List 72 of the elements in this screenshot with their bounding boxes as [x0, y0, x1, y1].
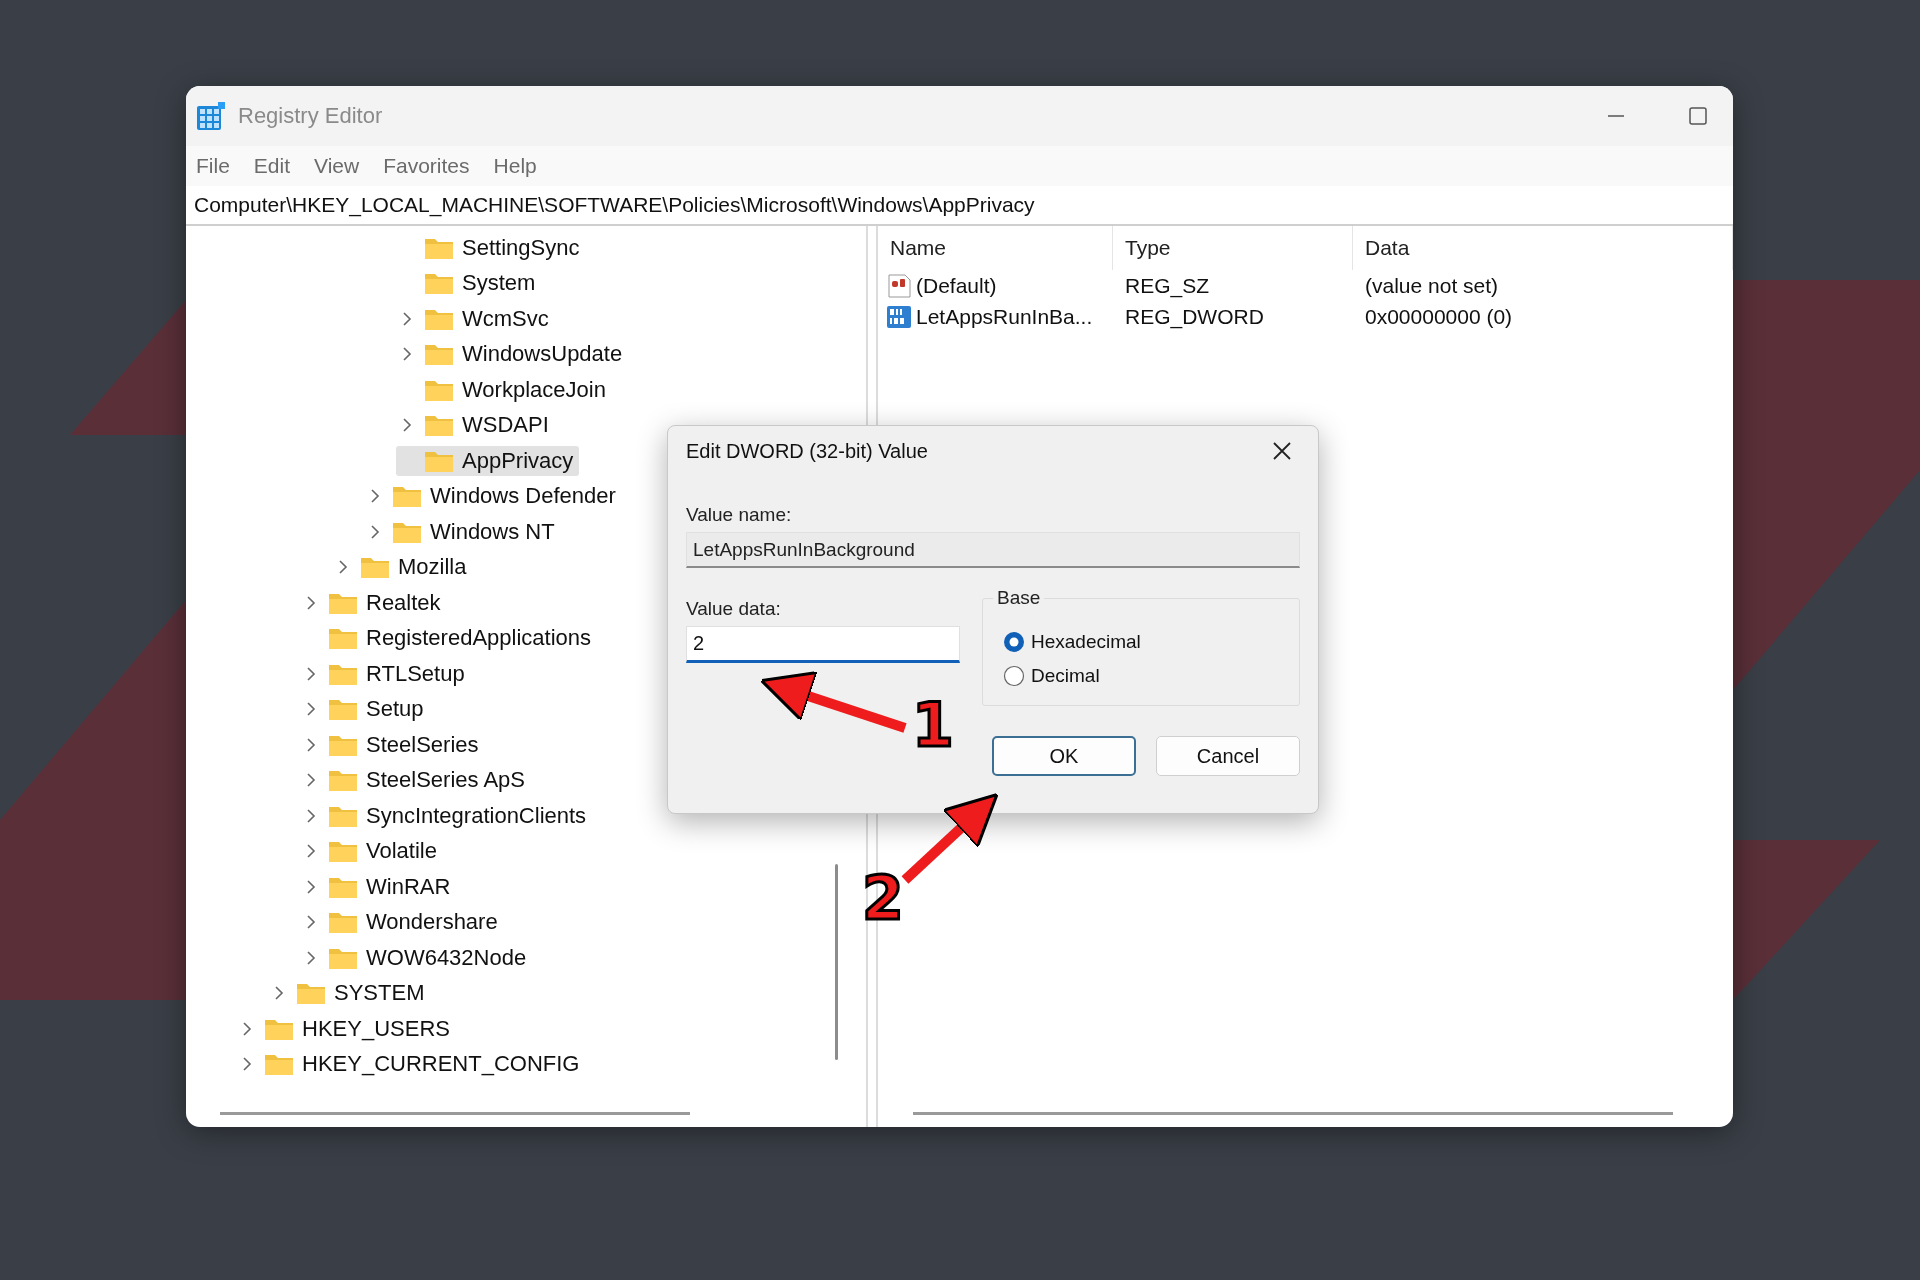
radio-icon[interactable] [1003, 631, 1025, 653]
window-title: Registry Editor [238, 103, 383, 129]
value-name-field[interactable]: LetAppsRunInBackground [686, 532, 1300, 568]
folder-icon [424, 413, 454, 438]
tree-item[interactable]: WOW6432Node [300, 942, 533, 973]
folder-icon [264, 1052, 294, 1077]
value-type: REG_DWORD [1124, 304, 1265, 329]
folder-icon [328, 768, 358, 793]
value-type: REG_SZ [1124, 273, 1211, 298]
dialog-title: Edit DWORD (32-bit) Value [686, 439, 928, 463]
value-name: (Default) [916, 273, 997, 298]
radio-option[interactable]: Hexadecimal [1003, 625, 1141, 659]
tree-item[interactable]: RTLSetup [300, 658, 471, 689]
menu-item[interactable]: Favorites [383, 154, 470, 178]
tree-item[interactable]: HKEY_CURRENT_CONFIG [236, 1049, 586, 1080]
folder-icon [392, 484, 422, 509]
dialog-button[interactable]: OK [992, 736, 1136, 776]
radio-option[interactable]: Decimal [1003, 659, 1100, 693]
scrollbar[interactable] [913, 1112, 1673, 1115]
tree-item[interactable]: WSDAPI [396, 410, 555, 441]
folder-icon [424, 342, 454, 367]
tree-item[interactable]: SteelSeries [300, 729, 485, 760]
folder-icon [360, 555, 390, 580]
tree-item[interactable]: SteelSeries ApS [300, 765, 531, 796]
tree-item[interactable]: Wondershare [300, 907, 504, 938]
scrollbar[interactable] [835, 864, 838, 1060]
string-value-icon [886, 272, 912, 299]
tree-item[interactable]: WinRAR [300, 871, 457, 902]
tree-item[interactable]: RegisteredApplications [300, 623, 598, 654]
field-label: Value name: [686, 504, 793, 526]
tree-item[interactable]: Windows NT [364, 516, 561, 547]
folder-icon [296, 981, 326, 1006]
maximize-icon[interactable] [1688, 106, 1708, 126]
value-name: LetAppsRunInBa... [916, 304, 1093, 329]
scrollbar[interactable] [220, 1112, 690, 1115]
tree-item[interactable]: Realtek [300, 587, 447, 618]
value-data-field[interactable]: 2 [686, 626, 960, 663]
field-label: Value data: [686, 598, 782, 620]
folder-icon [328, 910, 358, 935]
tree-item[interactable]: SyncIntegrationClients [300, 800, 593, 831]
tree-item[interactable]: Setup [300, 694, 430, 725]
folder-icon [328, 839, 358, 864]
tree-item[interactable]: AppPrivacy [396, 445, 580, 476]
address-bar-path[interactable]: Computer\HKEY_LOCAL_MACHINE\SOFTWARE\Policies\Microsoft\Windows\AppPrivacy [194, 193, 1035, 217]
folder-icon [328, 697, 358, 722]
tree-item[interactable]: WindowsUpdate [396, 339, 629, 370]
tree-item[interactable]: WorkplaceJoin [396, 374, 612, 405]
folder-icon [424, 271, 454, 296]
menu-item[interactable]: View [314, 154, 360, 178]
tree-item[interactable]: WcmSvc [396, 303, 555, 334]
menu-item[interactable]: Edit [253, 154, 291, 178]
tree-item[interactable]: Volatile [300, 836, 443, 867]
step-number: 2 [862, 868, 904, 928]
menu-item[interactable]: Help [493, 154, 537, 178]
column-header[interactable]: Type [1113, 226, 1353, 270]
tree-item[interactable]: HKEY_USERS [236, 1013, 456, 1044]
step-number: 1 [912, 695, 954, 755]
value-data: (value not set) [1364, 273, 1500, 298]
tree-item[interactable]: Mozilla [332, 552, 473, 583]
registry-icon [196, 101, 226, 131]
folder-icon [328, 626, 358, 651]
radio-icon[interactable] [1003, 665, 1025, 687]
binary-value-icon [886, 303, 912, 330]
column-header[interactable]: Data [1353, 226, 1733, 270]
dialog-button[interactable]: Cancel [1156, 736, 1300, 776]
tree-item[interactable]: SYSTEM [268, 978, 431, 1009]
tree-item[interactable]: SettingSync [396, 232, 586, 263]
tree-item[interactable]: Windows Defender [364, 481, 622, 512]
column-header[interactable]: Name [878, 226, 1113, 270]
tree-item[interactable]: System [396, 268, 542, 299]
value-data: 0x00000000 (0) [1364, 304, 1514, 329]
menu-item[interactable]: File [196, 154, 230, 178]
